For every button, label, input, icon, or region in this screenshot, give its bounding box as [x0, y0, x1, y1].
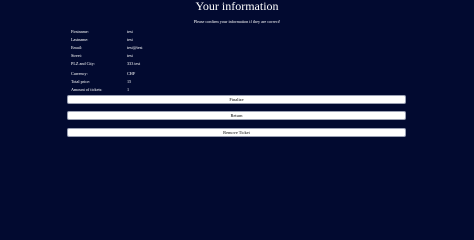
- return-button[interactable]: Return: [67, 111, 406, 120]
- currency-value: CHF: [127, 70, 136, 76]
- firstname-label: Firstname:: [71, 29, 89, 34]
- page-title: Your information: [195, 0, 279, 13]
- firstname-value: test: [127, 29, 133, 34]
- street-label: Street:: [71, 52, 82, 58]
- plz-city-value: 333 test: [127, 60, 141, 66]
- total-price-value: 15: [127, 78, 132, 84]
- street-value: test: [127, 52, 133, 58]
- lastname-value: test: [127, 36, 133, 42]
- remove-ticket-button[interactable]: Remove Ticket: [67, 128, 406, 137]
- total-price-label: Total price:: [71, 78, 91, 84]
- email-value: test@test: [127, 44, 143, 50]
- ticket-amount-label: Amount of tickets:: [71, 86, 103, 92]
- finalize-button[interactable]: Finalize: [67, 95, 406, 104]
- lastname-label: Lastname:: [71, 36, 89, 42]
- ticket-amount-value: 1: [127, 86, 130, 92]
- email-label: Email:: [71, 44, 83, 50]
- plz-city-label: PLZ and City:: [71, 60, 95, 66]
- page-subtitle: Please confirm your information if they …: [193, 19, 281, 24]
- currency-label: Currency:: [71, 70, 88, 76]
